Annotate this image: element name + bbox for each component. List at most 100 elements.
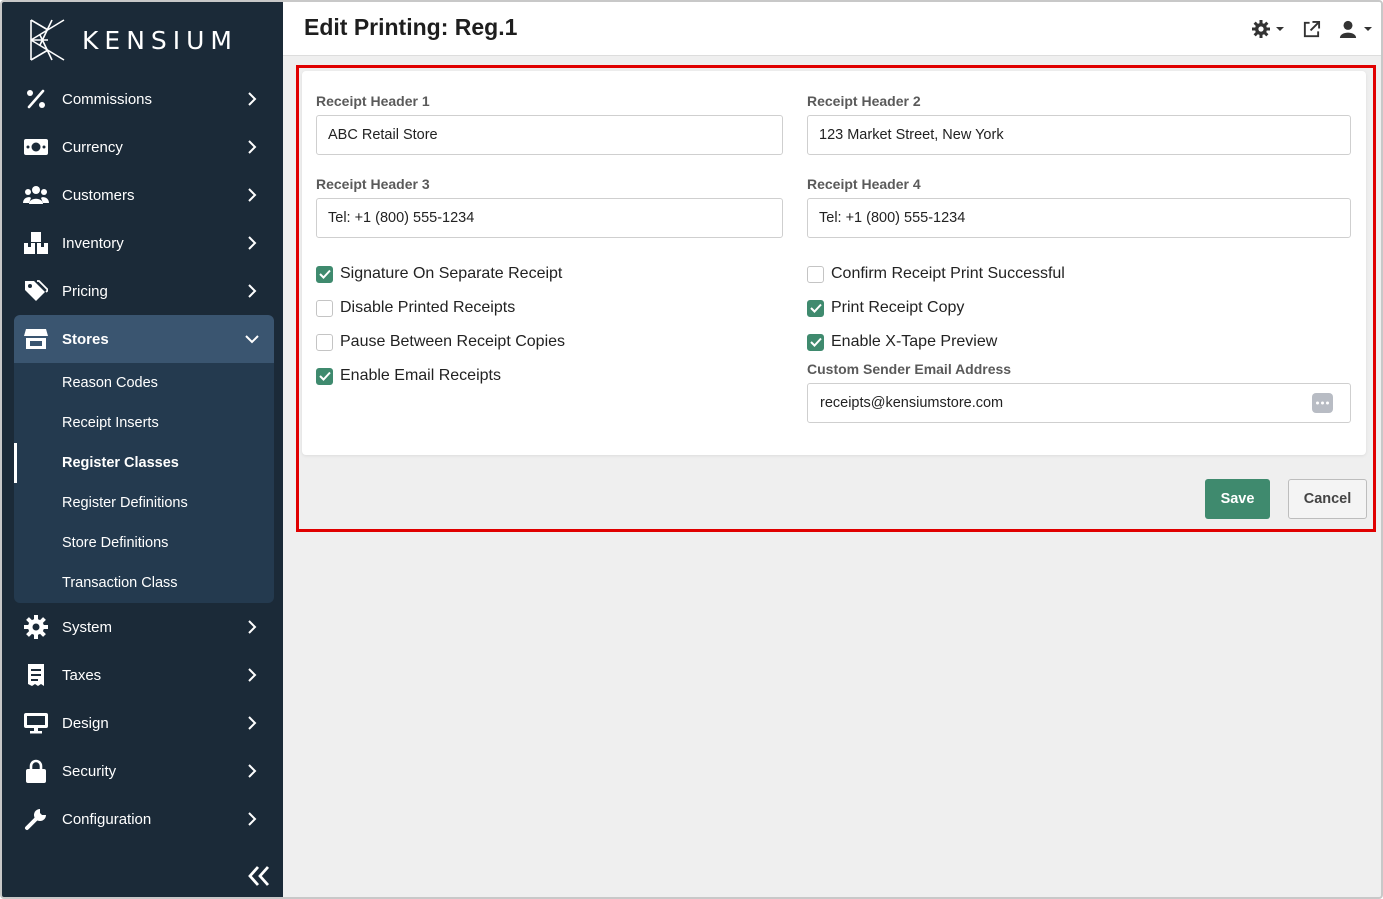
- sidebar-item-label: Inventory: [62, 234, 124, 252]
- tags-icon: [23, 278, 49, 304]
- print-receipt-copy-checkbox[interactable]: Print Receipt Copy: [807, 297, 964, 319]
- sidebar-subitem-store-definitions[interactable]: Store Definitions: [14, 523, 274, 563]
- sidebar-item-label: Stores: [62, 330, 109, 348]
- settings-menu-button[interactable]: [1252, 18, 1286, 40]
- receipt-header-3-label: Receipt Header 3: [316, 176, 430, 192]
- cancel-button[interactable]: Cancel: [1288, 479, 1367, 519]
- chevron-right-icon: [248, 284, 257, 298]
- more-dots-icon: [1316, 401, 1329, 405]
- caret-down-icon: [1276, 27, 1284, 31]
- checkmark-icon: [318, 371, 331, 381]
- chevron-right-icon: [248, 764, 257, 778]
- custom-sender-email-label: Custom Sender Email Address: [807, 361, 1012, 377]
- sidebar-subitem-register-definitions[interactable]: Register Definitions: [14, 483, 274, 523]
- checkbox-label: Enable X-Tape Preview: [831, 333, 998, 350]
- sidebar-item-label: Pricing: [62, 282, 108, 300]
- lock-icon: [23, 758, 49, 784]
- sidebar-item-inventory[interactable]: Inventory: [14, 219, 274, 267]
- page-title: Edit Printing: Reg.1: [304, 14, 518, 40]
- wrench-icon: [23, 806, 49, 832]
- sidebar-item-label: Customers: [62, 186, 135, 204]
- sidebar-item-stores[interactable]: Stores: [14, 315, 274, 363]
- chevron-right-icon: [248, 236, 257, 250]
- receipt-header-1-label: Receipt Header 1: [316, 93, 430, 109]
- pause-between-copies-checkbox[interactable]: Pause Between Receipt Copies: [316, 331, 565, 353]
- sidebar: KENSIUM Commissions Currency Customers I…: [2, 2, 283, 897]
- sidebar-item-label: Commissions: [62, 90, 153, 108]
- app-window: KENSIUM Commissions Currency Customers I…: [0, 0, 1383, 899]
- sidebar-subitem-receipt-inserts[interactable]: Receipt Inserts: [14, 403, 274, 443]
- chevron-right-icon: [248, 716, 257, 730]
- checkbox-unchecked[interactable]: [316, 299, 333, 317]
- custom-sender-email-input[interactable]: [807, 383, 1351, 423]
- checkmark-icon: [318, 269, 331, 279]
- caret-down-icon: [1364, 27, 1372, 31]
- brand-logo[interactable]: KENSIUM: [28, 18, 238, 62]
- checkbox-unchecked[interactable]: [807, 265, 824, 283]
- percent-icon: [23, 86, 49, 112]
- checkmark-icon: [809, 303, 822, 313]
- sidebar-item-label: Security: [62, 762, 117, 780]
- users-icon: [23, 182, 49, 208]
- checkbox-checked[interactable]: [807, 299, 824, 317]
- stores-submenu: Reason Codes Receipt Inserts Register Cl…: [14, 363, 274, 603]
- chevron-right-icon: [248, 812, 257, 826]
- sidebar-item-system[interactable]: System: [14, 603, 274, 651]
- checkbox-label: Disable Printed Receipts: [340, 299, 516, 316]
- monitor-icon: [23, 710, 49, 736]
- user-menu-button[interactable]: [1339, 18, 1374, 40]
- checkbox-unchecked[interactable]: [316, 333, 333, 351]
- password-manager-button[interactable]: [1312, 393, 1333, 413]
- sidebar-item-design[interactable]: Design: [14, 699, 274, 747]
- save-button[interactable]: Save: [1205, 479, 1270, 519]
- sidebar-subitem-reason-codes[interactable]: Reason Codes: [14, 363, 274, 403]
- receipt-header-1-input[interactable]: [316, 115, 783, 155]
- enable-email-receipts-checkbox[interactable]: Enable Email Receipts: [316, 365, 501, 387]
- chevron-right-icon: [248, 140, 257, 154]
- receipt-icon: [23, 662, 49, 688]
- money-bill-icon: [23, 134, 49, 160]
- chevron-right-icon: [248, 188, 257, 202]
- enable-xtape-preview-checkbox[interactable]: Enable X-Tape Preview: [807, 331, 997, 353]
- receipt-header-4-input[interactable]: [807, 198, 1351, 238]
- sidebar-item-label: Configuration: [62, 810, 152, 828]
- brand-name: KENSIUM: [82, 25, 239, 55]
- checkbox-checked[interactable]: [316, 265, 333, 283]
- sidebar-item-configuration[interactable]: Configuration: [14, 795, 274, 843]
- checkmark-icon: [809, 337, 822, 347]
- receipt-header-2-input[interactable]: [807, 115, 1351, 155]
- gear-icon: [1252, 20, 1270, 38]
- open-external-button[interactable]: [1302, 18, 1321, 40]
- chevron-right-icon: [248, 92, 257, 106]
- sidebar-item-security[interactable]: Security: [14, 747, 274, 795]
- checkbox-label: Enable Email Receipts: [340, 367, 501, 384]
- user-icon: [1339, 20, 1357, 38]
- boxes-icon: [23, 230, 49, 256]
- sidebar-item-currency[interactable]: Currency: [14, 123, 274, 171]
- sidebar-subitem-transaction-class[interactable]: Transaction Class: [14, 563, 274, 603]
- chevron-right-icon: [248, 668, 257, 682]
- sidebar-item-label: Taxes: [62, 666, 102, 684]
- checkbox-checked[interactable]: [316, 367, 333, 385]
- sidebar-item-pricing[interactable]: Pricing: [14, 267, 274, 315]
- checkbox-label: Print Receipt Copy: [831, 299, 965, 316]
- sidebar-subitem-register-classes[interactable]: Register Classes: [14, 443, 274, 483]
- sidebar-item-label: System: [62, 618, 113, 636]
- signature-separate-receipt-checkbox[interactable]: Signature On Separate Receipt: [316, 263, 562, 285]
- receipt-header-3-input[interactable]: [316, 198, 783, 238]
- collapse-sidebar-icon[interactable]: [246, 864, 272, 888]
- checkbox-checked[interactable]: [807, 333, 824, 351]
- confirm-print-successful-checkbox[interactable]: Confirm Receipt Print Successful: [807, 263, 1065, 285]
- checkbox-label: Confirm Receipt Print Successful: [831, 265, 1065, 282]
- disable-printed-receipts-checkbox[interactable]: Disable Printed Receipts: [316, 297, 515, 319]
- sidebar-item-commissions[interactable]: Commissions: [14, 75, 274, 123]
- current-page-indicator: [14, 443, 17, 483]
- sidebar-item-customers[interactable]: Customers: [14, 171, 274, 219]
- receipt-header-2-label: Receipt Header 2: [807, 93, 921, 109]
- checkbox-label: Signature On Separate Receipt: [340, 265, 563, 282]
- sidebar-item-taxes[interactable]: Taxes: [14, 651, 274, 699]
- checkbox-label: Pause Between Receipt Copies: [340, 333, 566, 350]
- chevron-down-icon: [245, 335, 259, 344]
- sidebar-item-label: Design: [62, 714, 109, 732]
- chevron-right-icon: [248, 620, 257, 634]
